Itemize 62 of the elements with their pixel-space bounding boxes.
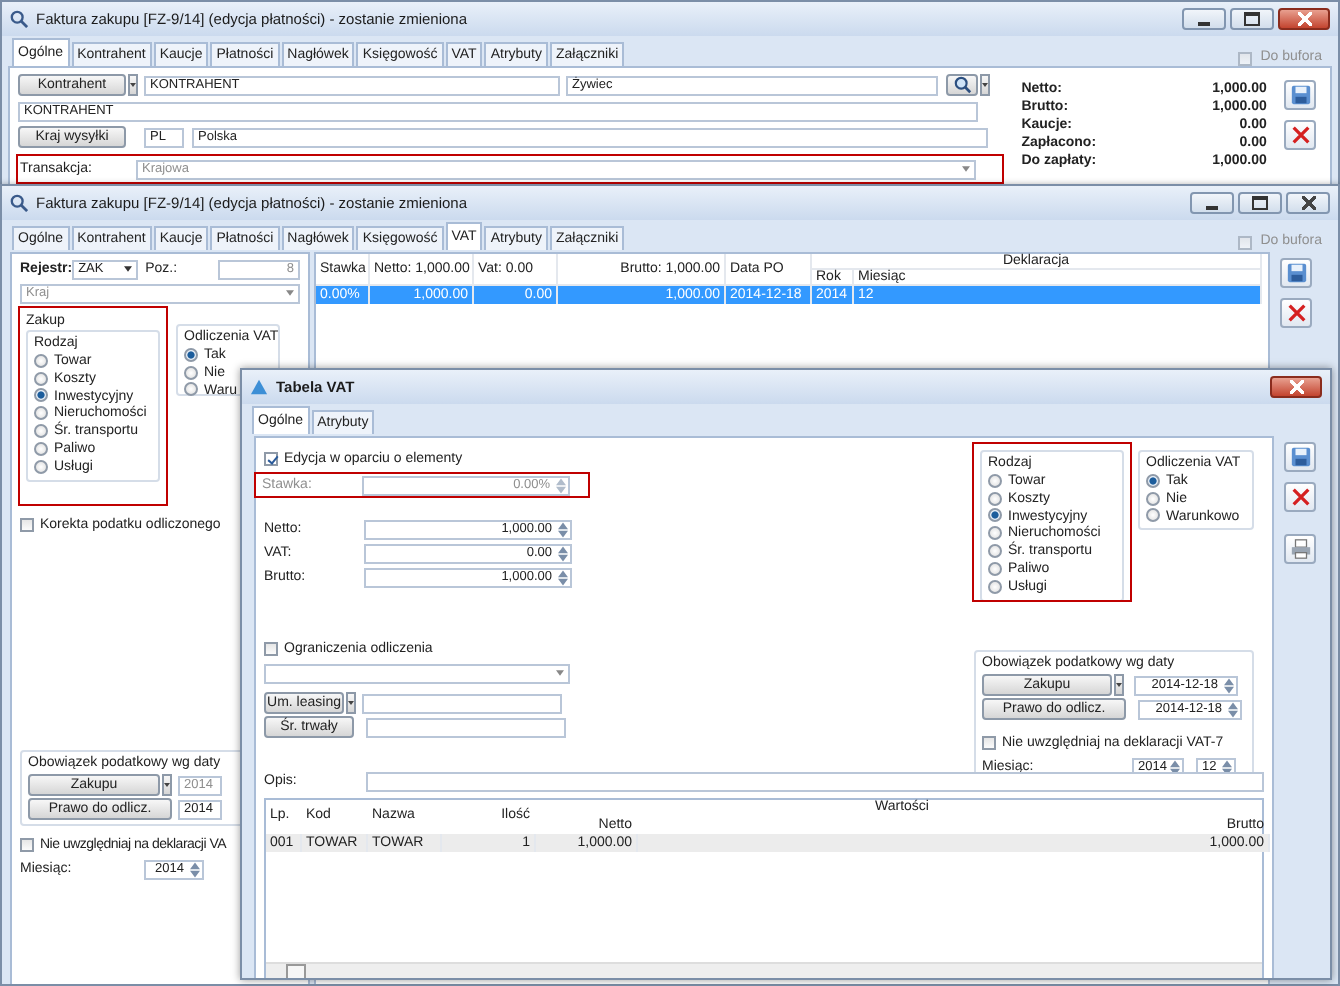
- checkbox[interactable]: [264, 452, 278, 466]
- checkbox[interactable]: [1238, 52, 1253, 66]
- horizontal-scrollbar[interactable]: [266, 962, 1262, 978]
- radio-button[interactable]: [34, 406, 48, 421]
- x-icon: [1289, 486, 1311, 508]
- cancel-button[interactable]: [1280, 298, 1312, 328]
- radio-button[interactable]: [34, 371, 48, 386]
- dropdown-button[interactable]: [980, 74, 990, 96]
- floppy-icon: [1289, 84, 1312, 106]
- search-icon: [10, 10, 28, 28]
- x-icon: [1285, 302, 1307, 324]
- radio-button[interactable]: [988, 579, 1002, 594]
- caret-icon[interactable]: [123, 266, 132, 272]
- checkbox[interactable]: [20, 518, 34, 532]
- cancel-button[interactable]: [1284, 120, 1317, 150]
- triangle-icon: [250, 378, 268, 396]
- save-button[interactable]: [1280, 258, 1312, 288]
- minimize-button[interactable]: [1190, 192, 1234, 214]
- radio-button[interactable]: [1146, 508, 1160, 523]
- floppy-icon: [1289, 446, 1311, 468]
- floppy-icon: [1285, 262, 1307, 284]
- dropdown-button[interactable]: [1114, 674, 1124, 696]
- printer-icon: [1289, 538, 1311, 560]
- radio-button[interactable]: [34, 353, 48, 368]
- cancel-button[interactable]: [1284, 482, 1316, 512]
- checkbox[interactable]: [1238, 236, 1253, 250]
- radio-button[interactable]: [988, 544, 1002, 559]
- radio-button[interactable]: [988, 561, 1002, 576]
- maximize-button[interactable]: [1230, 8, 1274, 30]
- radio-button[interactable]: [184, 382, 198, 397]
- maximize-button[interactable]: [1238, 192, 1282, 214]
- radio-button[interactable]: [34, 424, 48, 439]
- radio-button[interactable]: [988, 526, 1002, 541]
- close-button[interactable]: [1278, 8, 1330, 30]
- close-button[interactable]: [1270, 376, 1322, 398]
- description-field[interactable]: [366, 771, 1264, 791]
- radio-button[interactable]: [184, 347, 198, 362]
- dropdown-button[interactable]: [128, 74, 138, 96]
- save-button[interactable]: [1284, 80, 1317, 110]
- print-button[interactable]: [1284, 534, 1316, 564]
- radio-button[interactable]: [988, 473, 1002, 488]
- radio-button[interactable]: [1146, 473, 1160, 488]
- radio-button[interactable]: [184, 365, 198, 380]
- checkbox[interactable]: [20, 838, 34, 852]
- minimize-button[interactable]: [1182, 8, 1226, 30]
- radio-button[interactable]: [988, 508, 1002, 523]
- radio-button[interactable]: [34, 441, 48, 456]
- checkbox[interactable]: [264, 642, 278, 656]
- radio-button[interactable]: [1146, 491, 1160, 506]
- checkbox[interactable]: [982, 736, 996, 750]
- fixed-asset-field[interactable]: [366, 717, 566, 737]
- dropdown-button[interactable]: [162, 774, 172, 796]
- dropdown-button[interactable]: [346, 692, 356, 714]
- search-button[interactable]: [946, 74, 978, 96]
- x-icon: [1289, 124, 1312, 146]
- save-button[interactable]: [1284, 442, 1316, 472]
- radio-button[interactable]: [988, 491, 1002, 506]
- search-icon: [10, 194, 28, 212]
- radio-button[interactable]: [34, 459, 48, 474]
- radio-button[interactable]: [34, 388, 48, 403]
- leasing-field[interactable]: [362, 693, 562, 713]
- close-button[interactable]: [1286, 192, 1330, 214]
